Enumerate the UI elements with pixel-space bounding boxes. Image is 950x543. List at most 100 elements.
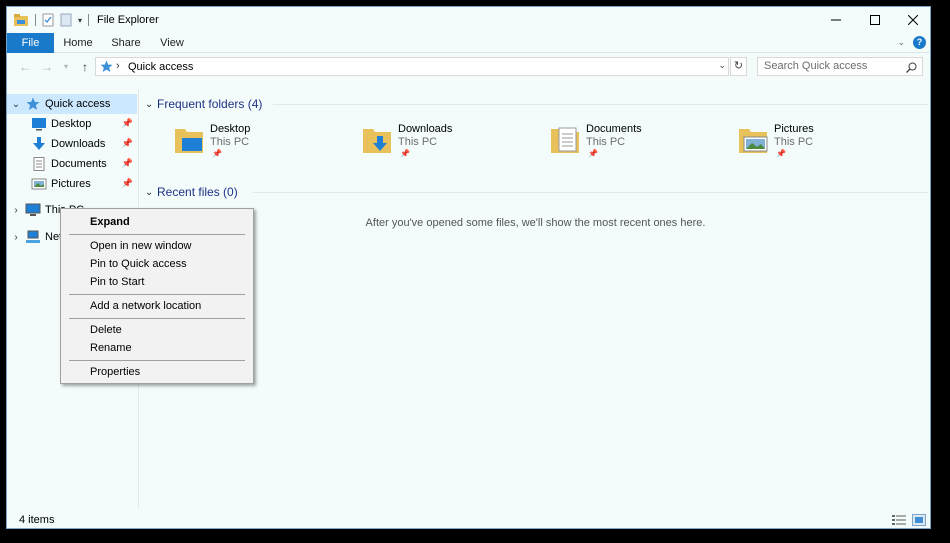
folder-name: Desktop [210,123,251,135]
nav-item-pictures[interactable]: Pictures 📌 [7,174,137,194]
close-icon [908,15,918,25]
star-icon [26,97,40,110]
up-button[interactable]: ↑ [77,59,93,75]
maximize-button[interactable] [856,7,894,33]
documents-folder-icon [551,127,579,153]
expand-ribbon-icon[interactable]: ⌄ [897,37,905,48]
menu-separator [69,318,245,319]
address-bar[interactable]: › Quick access ⌄ [95,57,729,76]
menu-separator [69,234,245,235]
help-icon[interactable]: ? [913,36,926,49]
folder-tile-pictures[interactable]: Pictures This PC 📌 [737,121,907,161]
pin-icon: 📌 [121,158,133,168]
folder-location: This PC [210,136,250,148]
collapsed-chevron-icon[interactable]: › [7,232,25,243]
pin-icon: 📌 [776,149,786,158]
menu-separator [69,360,245,361]
group-chevron-icon[interactable]: ⌄ [145,187,157,198]
nav-item-label: Downloads [51,138,106,150]
menu-item-add-network-location[interactable]: Add a network location [62,297,252,315]
nav-item-label: Quick access [45,98,111,110]
frequent-folders-header[interactable]: ⌄ Frequent folders (4) [145,96,262,112]
tab-share[interactable]: Share [107,33,145,53]
forward-button[interactable]: → [39,59,55,75]
tab-home[interactable]: Home [59,33,97,53]
maximize-icon [870,15,880,25]
downloads-folder-icon [363,129,391,153]
minimize-button[interactable] [817,7,855,33]
recent-files-header[interactable]: ⌄ Recent files (0) [145,184,238,200]
ribbon-tabs: File Home Share View ⌄ ? [7,33,930,53]
quick-access-toolbar: ▾ [13,13,90,27]
search-input[interactable] [764,60,904,72]
group-divider [253,192,928,193]
forward-arrow-icon: → [41,60,53,74]
nav-item-quick-access[interactable]: ⌄ Quick access [7,94,137,114]
address-dropdown-icon[interactable]: ⌄ [718,60,726,71]
search-box[interactable] [757,57,923,76]
customize-toolbar-icon[interactable]: ▾ [78,16,82,25]
status-bar: 4 items [7,510,930,530]
details-view-icon[interactable] [892,514,906,526]
menu-item-pin-quick-access[interactable]: Pin to Quick access [62,255,252,273]
large-icons-view-icon[interactable] [912,514,926,526]
collapsed-chevron-icon[interactable]: › [7,205,25,216]
menu-separator [69,294,245,295]
toolbar-separator [88,14,90,26]
nav-item-label: Documents [51,158,107,170]
folder-location: This PC [774,136,814,148]
menu-item-expand[interactable]: Expand [62,213,252,231]
chevron-down-icon: ▾ [63,62,68,71]
menu-item-properties[interactable]: Properties [62,363,252,381]
back-button[interactable]: ← [17,59,33,75]
pin-icon: 📌 [121,118,133,128]
computer-icon [25,203,41,216]
menu-item-delete[interactable]: Delete [62,321,252,339]
folder-tile-desktop[interactable]: Desktop This PC 📌 [173,121,343,161]
toolbar-separator [35,14,36,26]
view-switcher [892,514,926,526]
tab-view[interactable]: View [155,33,189,53]
refresh-icon: ↻ [733,60,744,72]
recent-locations-button[interactable]: ▾ [61,59,71,75]
tab-file[interactable]: File [7,33,54,53]
group-header-label: Recent files (0) [157,185,238,199]
window-title: File Explorer [97,14,159,26]
item-count: 4 items [19,514,55,526]
pin-icon: 📌 [400,149,410,158]
expanded-chevron-icon[interactable]: ⌄ [7,99,25,110]
up-arrow-icon: ↑ [82,60,88,74]
ribbon-right-controls: ⌄ ? [897,36,926,49]
navigation-row: ← → ▾ ↑ › Quick access ⌄ ↻ [7,55,930,79]
folder-name: Pictures [774,123,814,135]
nav-item-downloads[interactable]: Downloads 📌 [7,134,137,154]
breadcrumb-chevron-icon[interactable]: › [116,60,120,72]
menu-item-rename[interactable]: Rename [62,339,252,357]
pictures-icon [31,178,47,190]
new-folder-icon[interactable] [60,13,72,27]
back-arrow-icon: ← [19,60,31,74]
empty-recent-message: After you've opened some files, we'll sh… [365,217,706,229]
search-icon[interactable] [906,62,917,73]
pin-icon: 📌 [121,138,133,148]
refresh-button[interactable]: ↻ [730,57,747,76]
nav-item-documents[interactable]: Documents 📌 [7,154,137,174]
folder-tile-downloads[interactable]: Downloads This PC 📌 [361,121,531,161]
download-arrow-icon [33,137,45,150]
close-button[interactable] [894,7,932,33]
pin-icon: 📌 [121,178,133,188]
desktop-folder-icon [175,129,203,153]
breadcrumb-quick-access[interactable]: Quick access [128,61,193,73]
group-chevron-icon[interactable]: ⌄ [145,99,157,110]
nav-item-desktop[interactable]: Desktop 📌 [7,114,137,134]
context-menu: Expand Open in new window Pin to Quick a… [60,208,254,384]
properties-icon[interactable] [42,13,54,27]
main-content: ⌄ Frequent folders (4) Desktop This PC 📌… [141,89,930,509]
menu-item-open-new-window[interactable]: Open in new window [62,237,252,255]
group-divider [273,104,928,105]
folder-tile-documents[interactable]: Documents This PC 📌 [549,121,719,161]
group-header-label: Frequent folders (4) [157,97,263,111]
menu-item-pin-start[interactable]: Pin to Start [62,273,252,291]
folder-location: This PC [398,136,438,148]
nav-item-label: Desktop [51,118,92,130]
